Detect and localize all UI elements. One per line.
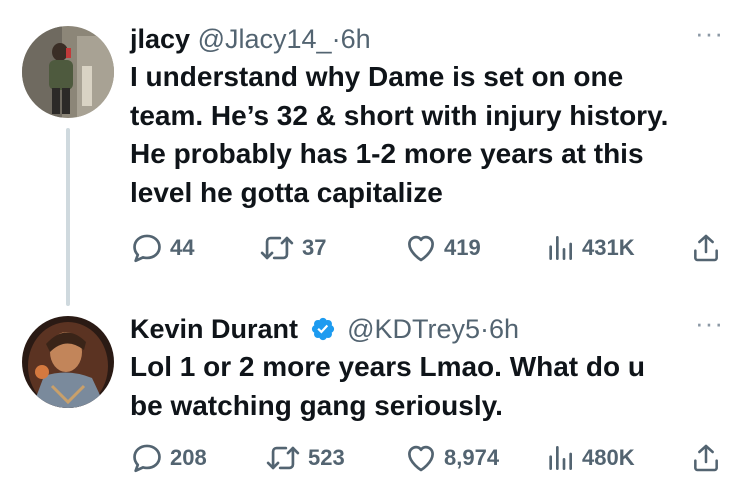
more-options-icon[interactable]: ··· bbox=[695, 18, 724, 49]
bar-chart-icon bbox=[549, 446, 572, 470]
views-count: 480K bbox=[582, 445, 635, 470]
avatar[interactable] bbox=[22, 26, 114, 118]
views-button[interactable]: 480K bbox=[544, 438, 635, 478]
username-handle[interactable]: @KDTrey5 bbox=[347, 314, 480, 344]
retweet-icon bbox=[266, 446, 300, 470]
tweet-text: Lol 1 or 2 more years Lmao. What do u be… bbox=[130, 348, 730, 425]
views-button[interactable]: 431K bbox=[544, 228, 635, 268]
thread-line bbox=[66, 128, 70, 306]
reply-count: 208 bbox=[170, 445, 207, 470]
timestamp[interactable]: 6h bbox=[489, 314, 519, 344]
display-name[interactable]: jlacy bbox=[130, 24, 190, 54]
reply-icon bbox=[133, 234, 161, 263]
tweet-text-line: I understand why Dame is set on one bbox=[130, 61, 624, 92]
reply-button[interactable]: 208 bbox=[130, 438, 207, 478]
username-handle[interactable]: @Jlacy14_ bbox=[198, 24, 332, 54]
tweet-kevin-durant[interactable]: Kevin Durant @KDTrey5·6h ··· Lol 1 or 2 … bbox=[0, 300, 750, 502]
reply-icon bbox=[133, 444, 161, 473]
retweet-button[interactable]: 523 bbox=[264, 438, 345, 478]
reply-button[interactable]: 44 bbox=[130, 228, 194, 268]
tweet-text-line: He probably has 1-2 more years at this bbox=[130, 138, 644, 169]
retweet-count: 37 bbox=[302, 235, 327, 260]
separator-dot: · bbox=[331, 24, 341, 54]
share-button[interactable] bbox=[690, 438, 722, 478]
like-button[interactable]: 8,974 bbox=[404, 438, 499, 478]
tweet-text-line: be watching gang seriously. bbox=[130, 389, 503, 421]
separator-dot: · bbox=[480, 314, 489, 344]
tweet-header: jlacy @Jlacy14_·6h bbox=[130, 22, 371, 56]
views-count: 431K bbox=[582, 235, 635, 260]
tweet-text-line: team. He’s 32 & short with injury histor… bbox=[130, 99, 669, 131]
retweet-button[interactable]: 37 bbox=[258, 228, 326, 268]
timestamp[interactable]: 6h bbox=[341, 24, 371, 54]
reply-count: 44 bbox=[170, 235, 195, 260]
bar-chart-icon bbox=[549, 236, 572, 260]
like-count: 419 bbox=[444, 235, 481, 260]
retweet-icon bbox=[260, 236, 294, 260]
tweet-text-line: level he gotta capitalize bbox=[130, 176, 443, 208]
tweet-text: I understand why Dame is set on one team… bbox=[130, 58, 730, 212]
tweet-jlacy[interactable]: jlacy @Jlacy14_·6h ··· I understand why … bbox=[0, 0, 750, 306]
verified-badge-icon[interactable] bbox=[310, 316, 336, 342]
avatar[interactable] bbox=[22, 316, 114, 408]
action-bar: 44 37 419 431K bbox=[130, 228, 730, 268]
more-options-icon[interactable]: ··· bbox=[695, 308, 724, 339]
like-count: 8,974 bbox=[444, 445, 500, 470]
share-icon bbox=[694, 234, 718, 262]
tweet-text-line: Lol 1 or 2 more years Lmao. What do u bbox=[130, 351, 645, 382]
retweet-count: 523 bbox=[308, 445, 345, 470]
tweet-header: Kevin Durant @KDTrey5·6h bbox=[130, 312, 519, 346]
share-icon bbox=[694, 444, 718, 472]
share-button[interactable] bbox=[690, 228, 722, 268]
action-bar: 208 523 8,974 480K bbox=[130, 438, 730, 478]
heart-icon bbox=[408, 235, 434, 262]
like-button[interactable]: 419 bbox=[404, 228, 481, 268]
heart-icon bbox=[408, 445, 434, 472]
display-name[interactable]: Kevin Durant bbox=[130, 314, 298, 344]
